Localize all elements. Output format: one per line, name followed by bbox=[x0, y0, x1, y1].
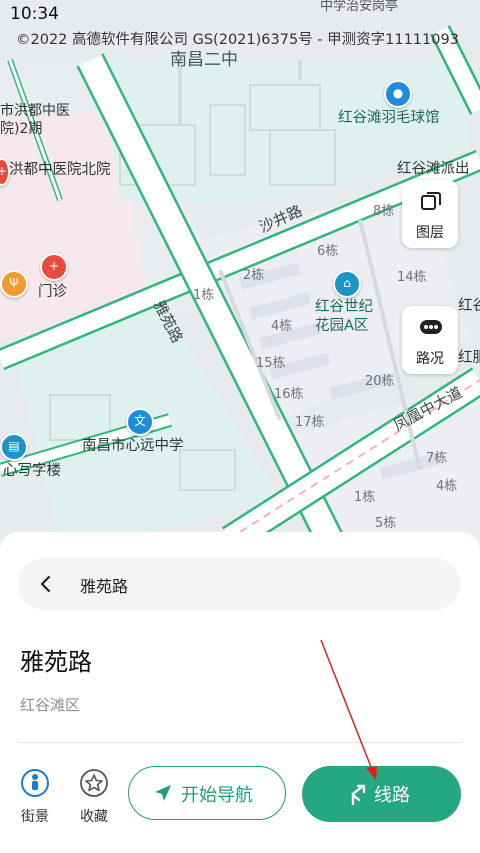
status-time: 10:34 bbox=[10, 4, 59, 24]
status-bar: 10:34 bbox=[0, 0, 480, 30]
building-label: 17栋 bbox=[295, 415, 325, 430]
navigation-arrow-icon bbox=[155, 785, 171, 801]
route-label: 线路 bbox=[374, 785, 410, 806]
area-label-right: 红谷 bbox=[458, 298, 480, 314]
building-label: 6栋 bbox=[317, 244, 339, 259]
start-navigation-label: 开始导航 bbox=[181, 785, 253, 806]
route-icon bbox=[351, 784, 366, 806]
favorite-label: 收藏 bbox=[80, 809, 108, 825]
poi-clinic[interactable]: 门诊 bbox=[38, 283, 67, 302]
school-icon[interactable]: 文 bbox=[126, 408, 154, 436]
office-icon[interactable]: ▤ bbox=[0, 433, 28, 461]
back-arrow-icon[interactable] bbox=[32, 570, 60, 598]
poi-residence-1[interactable]: 红谷世纪 bbox=[315, 298, 373, 317]
building-label: 5栋 bbox=[375, 516, 397, 531]
building-label: 7栋 bbox=[426, 451, 448, 466]
building-label: 20栋 bbox=[365, 374, 395, 389]
layers-label: 图层 bbox=[416, 225, 444, 241]
area-label-right-2: 红服务 bbox=[458, 350, 480, 366]
traffic-label: 路况 bbox=[416, 351, 444, 367]
street-view-label: 街景 bbox=[21, 809, 49, 825]
traffic-icon bbox=[420, 320, 442, 334]
building-label: 15栋 bbox=[256, 356, 286, 371]
building-label: 4栋 bbox=[436, 479, 458, 494]
area-label-zhongxue: 中学治安岗亭 bbox=[320, 0, 399, 14]
search-bar[interactable]: 雅苑路 bbox=[18, 558, 460, 610]
start-navigation-button[interactable]: 开始导航 bbox=[128, 766, 286, 820]
route-button[interactable]: 线路 bbox=[302, 766, 461, 822]
building-label: 4栋 bbox=[271, 319, 293, 334]
badminton-icon[interactable]: ● bbox=[384, 80, 412, 108]
area-label-nanchang-2nd: 南昌二中 bbox=[170, 50, 238, 70]
poi-badminton[interactable]: 红谷滩羽毛球馆 bbox=[338, 109, 440, 128]
area-label-hongdu-1: 市洪都中医 bbox=[0, 103, 70, 119]
poi-hongdu-north[interactable]: 洪都中医院北院 bbox=[9, 161, 111, 180]
place-district: 红谷滩区 bbox=[20, 696, 81, 714]
building-label: 1栋 bbox=[354, 490, 376, 505]
residence-icon[interactable]: ⌂ bbox=[333, 270, 361, 298]
place-detail-panel: 雅苑路 雅苑路 红谷滩区 街景 收藏 开始导航 线路 bbox=[0, 532, 480, 853]
favorite-button[interactable]: 收藏 bbox=[74, 768, 114, 826]
area-label-paifang: 红谷滩派出 bbox=[397, 161, 470, 177]
building-label: 1栋 bbox=[193, 288, 215, 303]
map-view[interactable]: 10:34 中学治安岗亭 ©2022 高德软件有限公司 GS(2021)6375… bbox=[0, 0, 480, 540]
building-label: 16栋 bbox=[274, 387, 304, 402]
place-title: 雅苑路 bbox=[20, 648, 92, 676]
layers-button[interactable]: 图层 bbox=[402, 180, 458, 248]
building-label: 14栋 bbox=[397, 270, 427, 285]
poi-xinyuan-school[interactable]: 南昌市心远中学 bbox=[82, 437, 184, 456]
divider bbox=[18, 742, 462, 743]
poi-residence-2[interactable]: 花园A区 bbox=[315, 317, 368, 336]
poi-calligraphy[interactable]: 心写字楼 bbox=[3, 462, 61, 481]
street-view-icon bbox=[21, 769, 49, 797]
building-label: 2栋 bbox=[243, 268, 265, 283]
building-label: 8栋 bbox=[373, 204, 395, 219]
clinic-icon[interactable]: + bbox=[40, 253, 68, 281]
area-label-hongdu-2: 院)2期 bbox=[0, 121, 43, 137]
star-icon bbox=[80, 769, 108, 797]
street-view-button[interactable]: 街景 bbox=[15, 768, 55, 826]
restaurant-icon[interactable]: Ψ bbox=[0, 270, 28, 298]
layers-icon bbox=[421, 192, 441, 210]
traffic-button[interactable]: 路况 bbox=[402, 306, 458, 374]
search-input[interactable]: 雅苑路 bbox=[80, 573, 128, 597]
